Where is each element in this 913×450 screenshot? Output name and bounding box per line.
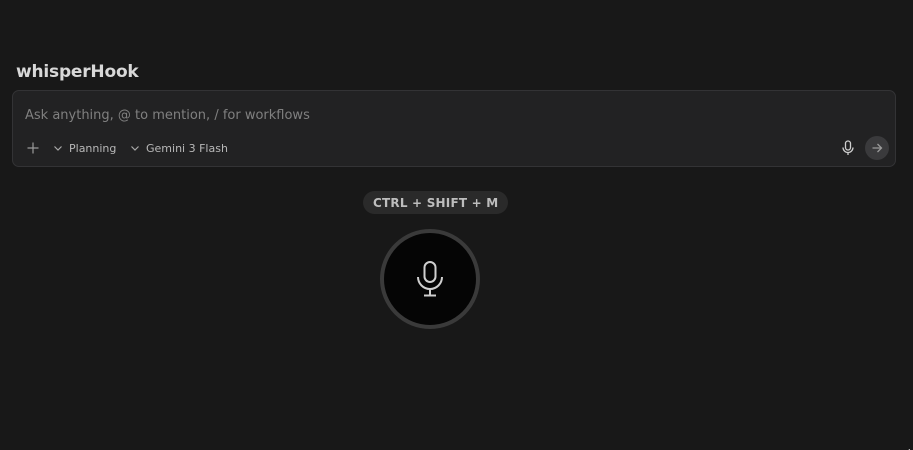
- microphone-icon: [842, 140, 854, 155]
- chevron-down-icon: [54, 146, 62, 151]
- app-window: whisperHook Planning Gemini 3 Flash: [0, 0, 913, 450]
- prompt-input[interactable]: [25, 105, 825, 125]
- plus-icon: [27, 142, 39, 154]
- chevron-down-icon: [131, 146, 139, 151]
- mode-label: Planning: [69, 141, 117, 155]
- app-title: whisperHook: [16, 62, 139, 82]
- mode-dropdown[interactable]: Planning: [53, 139, 116, 157]
- voice-input-button[interactable]: [839, 139, 857, 157]
- composer-toolbar: Planning Gemini 3 Flash: [13, 136, 895, 161]
- model-dropdown[interactable]: Gemini 3 Flash: [130, 139, 228, 157]
- arrow-right-icon: [872, 143, 883, 153]
- resize-grip[interactable]: [904, 442, 911, 450]
- add-context-button[interactable]: [25, 140, 41, 156]
- microphone-icon: [417, 261, 443, 297]
- record-button[interactable]: [380, 229, 480, 329]
- send-button[interactable]: [865, 136, 889, 160]
- model-label: Gemini 3 Flash: [146, 141, 228, 155]
- shortcut-hint: CTRL + SHIFT + M: [363, 191, 509, 214]
- chat-composer: Planning Gemini 3 Flash: [12, 90, 896, 167]
